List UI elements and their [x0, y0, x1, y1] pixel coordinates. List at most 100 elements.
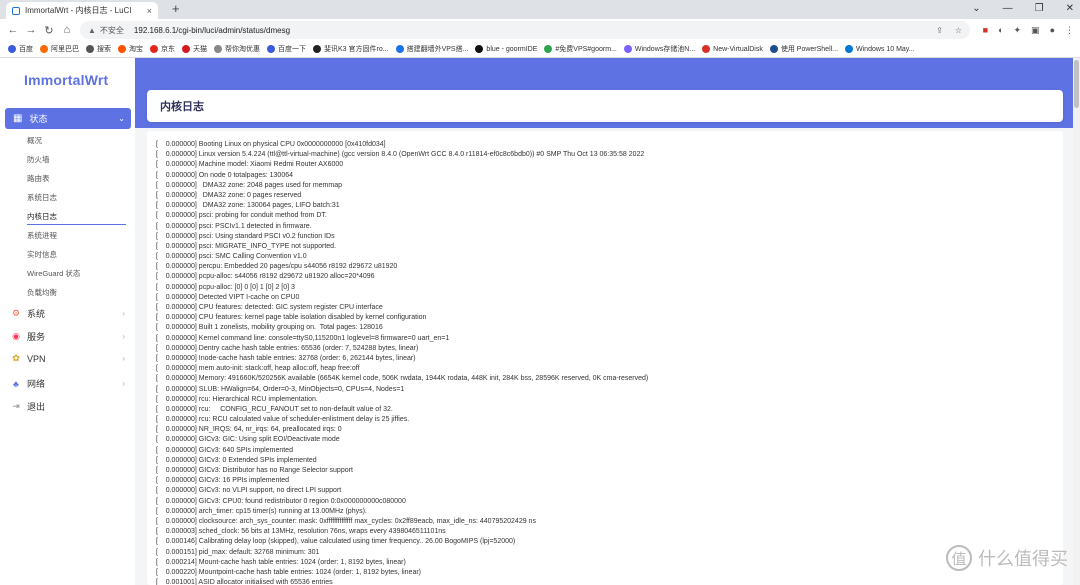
- log-line: [ 0.000000] DMA32 zone: 2048 pages used …: [156, 181, 342, 189]
- log-line: [ 0.000000] pcpu-alloc: s44056 r8192 d29…: [156, 273, 375, 281]
- page-title: 内核日志: [147, 90, 1063, 122]
- logout-icon: ⇥: [12, 401, 20, 411]
- puzzle-icon[interactable]: ✦: [1014, 21, 1022, 39]
- log-line: [ 0.000000] arch_timer: cp15 timer(s) ru…: [156, 507, 367, 515]
- sidebar-item-label: 退出: [27, 402, 46, 412]
- close-window-icon[interactable]: ✕: [1066, 0, 1074, 18]
- log-line: [ 0.000000] mem auto-init: stack:off, he…: [156, 365, 360, 373]
- bookmark-star-icon[interactable]: ☆: [955, 26, 962, 35]
- bookmark-item[interactable]: 百度: [8, 44, 33, 54]
- tab-title: ImmortalWrt - 内核日志 - LuCI: [25, 6, 132, 15]
- extensions-area: ■ ◐ ✦ ▣ ● ⋮: [983, 21, 1074, 39]
- tab-strip: ImmortalWrt - 内核日志 - LuCI × + ⌄ — ❐ ✕: [0, 0, 1080, 19]
- log-line: [ 0.000214] Mount-cache hash table entri…: [156, 558, 406, 566]
- sidebar-subitem[interactable]: 实时信息: [27, 249, 57, 260]
- sidebar-subitem[interactable]: 系统进程: [27, 230, 57, 241]
- extension-icon[interactable]: ■: [983, 21, 988, 39]
- menu-icon[interactable]: ⋮: [1065, 21, 1074, 39]
- browser-tab[interactable]: ImmortalWrt - 内核日志 - LuCI ×: [6, 2, 158, 19]
- bookmark-label: 天猫: [193, 46, 207, 53]
- scrollbar-thumb[interactable]: [1074, 60, 1079, 108]
- address-bar[interactable]: ▲ 不安全 192.168.6.1/cgi-bin/luci/admin/sta…: [80, 21, 970, 39]
- share-icon[interactable]: ⇪: [936, 26, 943, 35]
- bookmark-item[interactable]: 搭建翻墙外VPS搭...: [395, 44, 468, 54]
- bookmark-favicon-icon: [475, 45, 484, 53]
- chevron-right-icon: ›: [122, 379, 125, 388]
- bookmark-item[interactable]: Windows 10 May...: [845, 45, 915, 53]
- sidebar-item-label: 状态: [29, 114, 48, 124]
- bookmark-favicon-icon: [118, 45, 126, 53]
- sidebar-subitem[interactable]: 概况: [27, 135, 42, 146]
- sidebar-subitem[interactable]: 路由表: [27, 173, 50, 184]
- log-line: [ 0.000000] psci: PSCIv1.1 detected in f…: [156, 222, 312, 230]
- log-line: [ 0.000000] GICv3: 640 SPIs implemented: [156, 446, 293, 454]
- sidebar-item[interactable]: ♣ 网络 ›: [10, 377, 125, 390]
- logo[interactable]: ImmortalWrt: [24, 72, 108, 88]
- bookmark-item[interactable]: 帮你淘优惠: [214, 44, 260, 54]
- log-line: [ 0.000000] Detected VIPT I-cache on CPU…: [156, 293, 300, 301]
- log-line: [ 0.000000] clocksource: arch_sys_counte…: [156, 517, 536, 525]
- new-tab-button[interactable]: +: [172, 1, 180, 16]
- reload-icon[interactable]: ↻: [40, 24, 58, 37]
- bookmark-item[interactable]: 百度一下: [267, 44, 306, 54]
- bookmark-label: New-VirtualDisk: [713, 45, 763, 53]
- page-scrollbar[interactable]: [1073, 58, 1080, 585]
- tab-search-icon[interactable]: ⌄: [972, 0, 980, 18]
- bookmark-label: 阿里巴巴: [51, 46, 79, 53]
- minimize-icon[interactable]: —: [1003, 0, 1013, 18]
- bookmark-favicon-icon: [769, 45, 778, 53]
- sidebar-item-label: 系统: [27, 309, 46, 319]
- log-line: [ 0.000000] DMA32 zone: 130064 pages, LI…: [156, 202, 340, 210]
- bookmark-item[interactable]: 天猫: [182, 44, 207, 54]
- bookmark-item[interactable]: 斐讯K3 官方固件ro...: [313, 44, 389, 54]
- home-icon[interactable]: ⌂: [58, 24, 76, 36]
- log-line: [ 0.000000] rcu: CONFIG_RCU_FANOUT set t…: [156, 405, 393, 413]
- window-controls: ⌄ — ❐ ✕: [972, 0, 1074, 18]
- bookmark-favicon-icon: [40, 45, 48, 53]
- log-line: [ 0.000151] pid_max: default: 32768 mini…: [156, 548, 320, 556]
- sidebar-item[interactable]: ⚙ 系统 ›: [10, 307, 125, 320]
- bookmark-item[interactable]: 淘宝: [118, 44, 143, 54]
- sidebar-subitem[interactable]: 防火墙: [27, 154, 50, 165]
- sidebar-item[interactable]: ◉ 服务 ›: [10, 330, 125, 343]
- bookmark-item[interactable]: blue - goormIDE: [475, 45, 537, 53]
- bookmark-item[interactable]: #免费VPS#goorm...: [544, 44, 617, 54]
- restore-icon[interactable]: ❐: [1035, 0, 1044, 18]
- sidebar-item[interactable]: ✿ VPN ›: [10, 353, 125, 364]
- close-tab-icon[interactable]: ×: [147, 6, 152, 16]
- chevron-down-icon: ⌄: [118, 114, 125, 123]
- log-line: [ 0.000003] sched_clock: 56 bits at 13MH…: [156, 528, 446, 536]
- log-line: [ 0.000000] SLUB: HWalign=64, Order=0-3,…: [156, 385, 405, 393]
- bookmark-item[interactable]: 使用 PowerShell...: [769, 44, 838, 54]
- profile-icon[interactable]: ●: [1050, 21, 1055, 39]
- sidebar-item-status[interactable]: ▦ 状态 ⌄: [5, 108, 131, 129]
- bookmark-label: 百度: [19, 46, 33, 53]
- log-line: [ 0.000000] Built 1 zonelists, mobility …: [156, 324, 383, 332]
- sidebar-subitem[interactable]: 系统日志: [27, 192, 57, 203]
- bookmark-favicon-icon: [214, 45, 222, 53]
- sidebar-item[interactable]: ⇥ 退出: [10, 400, 125, 413]
- extension-icon[interactable]: ◐: [998, 21, 1003, 39]
- forward-icon[interactable]: →: [22, 24, 40, 36]
- sidebar-subitem[interactable]: 内核日志: [27, 211, 57, 222]
- sidebar-subitem[interactable]: WireGuard 状态: [27, 268, 80, 279]
- log-line: [ 0.000000] Machine model: Xiaomi Redmi …: [156, 161, 344, 169]
- log-line: [ 0.000000] psci: probing for conduit me…: [156, 212, 327, 220]
- bookmark-item[interactable]: Windows存储池N...: [623, 44, 696, 54]
- url-text[interactable]: 192.168.6.1/cgi-bin/luci/admin/status/dm…: [134, 26, 290, 35]
- sidebar-subitem[interactable]: 负载均衡: [27, 287, 57, 298]
- grid-icon: ▦: [13, 113, 23, 124]
- bookmark-item[interactable]: 京东: [150, 44, 175, 54]
- log-line: [ 0.000000] psci: Using standard PSCI v0…: [156, 232, 335, 240]
- bookmark-label: Windows存储池N...: [634, 46, 696, 53]
- bookmark-label: #免费VPS#goorm...: [555, 46, 617, 53]
- bookmark-item[interactable]: 阿里巴巴: [40, 44, 79, 54]
- active-indicator: [27, 224, 126, 225]
- sidepanel-icon[interactable]: ▣: [1031, 21, 1040, 39]
- bookmark-item[interactable]: 搜索: [86, 44, 111, 54]
- bookmark-favicon-icon: [267, 45, 275, 53]
- bookmark-item[interactable]: New-VirtualDisk: [702, 45, 763, 53]
- watermark: 值 什么值得买: [946, 545, 1068, 571]
- back-icon[interactable]: ←: [4, 24, 22, 36]
- security-label: 不安全: [99, 25, 124, 35]
